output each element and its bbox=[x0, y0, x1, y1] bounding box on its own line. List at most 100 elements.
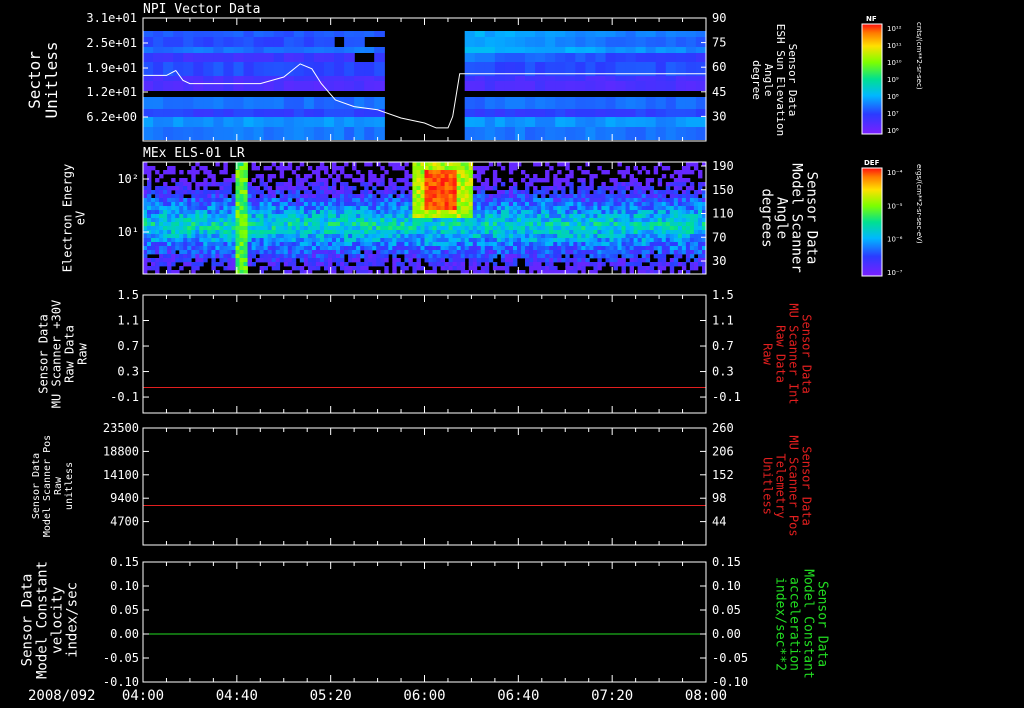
svg-text:Sensor Data: Sensor Data bbox=[31, 453, 42, 519]
x-tick-label: 07:20 bbox=[591, 688, 633, 704]
y-tick-label: 0.05 bbox=[110, 603, 139, 617]
y-tick-label: 9400 bbox=[110, 491, 139, 505]
nf-colorbar-units: cnts/(cm**2-sr-sec) bbox=[915, 22, 923, 90]
y-tick-label: -0.1 bbox=[110, 390, 139, 404]
panel4-ylabel: Sensor Data Model Scanner Pos Raw unitless bbox=[31, 435, 75, 537]
svg-text:unitless: unitless bbox=[64, 462, 75, 510]
svg-text:Raw: Raw bbox=[53, 476, 64, 495]
els-spectrogram bbox=[143, 162, 707, 275]
y-tick-label: 2.5e+01 bbox=[86, 36, 137, 50]
svg-text:MU Scanner +30V: MU Scanner +30V bbox=[50, 300, 64, 408]
y2-tick-label: 0.00 bbox=[712, 627, 741, 641]
colorbar-tick-label: 10⁸ bbox=[887, 93, 899, 101]
svg-text:acceleration: acceleration bbox=[786, 577, 801, 671]
svg-text:Sensor Data: Sensor Data bbox=[814, 581, 829, 667]
y2-tick-label: 190 bbox=[712, 159, 734, 173]
npi-spectrogram bbox=[143, 18, 707, 141]
panel2-y2label: Sensor DataModel ScannerAngledegrees bbox=[759, 163, 820, 273]
nf-colorbar: NF 10¹² 10¹¹ 10¹⁰ 10⁹ 10⁸ 10⁷ 10⁶ cnts/(cm**2-… bbox=[861, 15, 923, 135]
svg-text:Model Scanner: Model Scanner bbox=[789, 163, 805, 273]
svg-text:MU Scanner Int: MU Scanner Int bbox=[786, 303, 800, 404]
colorbar-tick-label: 10⁹ bbox=[887, 76, 899, 84]
svg-text:Unitless: Unitless bbox=[42, 41, 61, 118]
y-tick-label: 1.1 bbox=[117, 314, 139, 328]
y2-tick-label: 60 bbox=[712, 60, 726, 74]
y-tick-label: 1.2e+01 bbox=[86, 85, 137, 99]
svg-text:MU Scanner Pos: MU Scanner Pos bbox=[786, 435, 800, 536]
panel2-title: MEx ELS-01 LR bbox=[143, 146, 245, 161]
y2-tick-label: 0.10 bbox=[712, 579, 741, 593]
y2-tick-label: 45 bbox=[712, 85, 726, 99]
y-tick-label: 10¹ bbox=[117, 225, 139, 239]
y2-tick-label: 30 bbox=[712, 109, 726, 123]
colorbar-tick-label: 10⁻⁴ bbox=[887, 169, 903, 177]
y2-tick-label: 98 bbox=[712, 491, 726, 505]
svg-text:Sensor Data: Sensor Data bbox=[37, 314, 51, 393]
panel3-frame bbox=[142, 294, 707, 414]
svg-text:index/sec**2: index/sec**2 bbox=[772, 577, 787, 671]
svg-text:Electron Energy: Electron Energy bbox=[61, 164, 75, 272]
y2-tick-label: -0.05 bbox=[712, 651, 748, 665]
panel2-ylabel: Electron Energy eV bbox=[61, 164, 88, 272]
panel4-frame bbox=[142, 427, 707, 546]
svg-text:Sensor Data: Sensor Data bbox=[19, 574, 35, 667]
y2-tick-label: 30 bbox=[712, 254, 726, 268]
svg-text:Model Constant: Model Constant bbox=[800, 569, 815, 679]
x-tick-label: 04:00 bbox=[122, 688, 164, 704]
y-tick-label: 0.15 bbox=[110, 555, 139, 569]
date-label: 2008/092 bbox=[28, 688, 95, 704]
panel5-ylabel: Sensor Data Model Constant velocity index/s… bbox=[19, 561, 80, 679]
panel1-ylabel: SectorUnitless bbox=[25, 41, 61, 118]
y2-tick-label: 70 bbox=[712, 230, 726, 244]
x-tick-label: 06:00 bbox=[403, 688, 445, 704]
y-tick-label: 0.3 bbox=[117, 365, 139, 379]
y-tick-label: 0.10 bbox=[110, 579, 139, 593]
x-tick-label: 05:20 bbox=[310, 688, 352, 704]
svg-text:Sensor Data: Sensor Data bbox=[804, 172, 820, 265]
y2-tick-label: 44 bbox=[712, 515, 726, 529]
y-tick-label: 1.5 bbox=[117, 288, 139, 302]
y2-tick-label: -0.10 bbox=[712, 675, 748, 689]
svg-text:Angle: Angle bbox=[774, 197, 790, 239]
y-tick-label: 4700 bbox=[110, 515, 139, 529]
colorbar-tick-label: 10⁻⁵ bbox=[887, 202, 903, 210]
svg-text:velocity: velocity bbox=[49, 586, 65, 653]
panel3-y2label: Sensor DataMU Scanner IntRaw DataRaw bbox=[760, 303, 813, 404]
y-tick-label: 10² bbox=[117, 172, 139, 186]
colorbar-tick-label: 10⁶ bbox=[887, 127, 899, 135]
y-tick-label: 0.00 bbox=[110, 627, 139, 641]
y2-tick-label: 0.3 bbox=[712, 365, 734, 379]
y-tick-label: 6.2e+00 bbox=[86, 110, 137, 124]
y2-tick-label: 206 bbox=[712, 444, 734, 458]
panel5-y2label: Sensor DataModel Constantaccelerationind… bbox=[772, 569, 829, 679]
panel1-title: NPI Vector Data bbox=[143, 2, 260, 17]
colorbar-tick-label: 10⁻⁶ bbox=[887, 236, 903, 244]
y2-tick-label: 110 bbox=[712, 207, 734, 221]
x-tick-label: 04:40 bbox=[216, 688, 258, 704]
y2-tick-label: 90 bbox=[712, 11, 726, 25]
svg-text:eV: eV bbox=[74, 211, 88, 225]
svg-text:Model Constant: Model Constant bbox=[34, 561, 50, 679]
svg-text:Unitless: Unitless bbox=[760, 457, 774, 515]
y2-tick-label: 0.7 bbox=[712, 339, 734, 353]
y2-tick-label: 152 bbox=[712, 468, 734, 482]
svg-text:Model Scanner Pos: Model Scanner Pos bbox=[42, 435, 53, 537]
svg-text:Raw Data: Raw Data bbox=[773, 325, 787, 383]
x-tick-label: 06:40 bbox=[497, 688, 539, 704]
colorbar-tick-label: 10¹⁰ bbox=[887, 59, 902, 67]
panel4-y2label: Sensor DataMU Scanner PosTelemetryUnitle… bbox=[760, 435, 813, 536]
y-tick-label: 1.9e+01 bbox=[86, 61, 137, 75]
y2-tick-label: 1.5 bbox=[712, 288, 734, 302]
panel3-ylabel: Sensor Data MU Scanner +30V Raw Data Raw bbox=[37, 300, 90, 408]
y-tick-label: -0.10 bbox=[103, 675, 139, 689]
def-colorbar: DEF 10⁻⁴ 10⁻⁵ 10⁻⁶ 10⁻⁷ ergs/(cm**2-sr-sec-… bbox=[861, 159, 923, 277]
colorbar-tick-label: 10¹¹ bbox=[887, 42, 902, 50]
y2-tick-label: 1.1 bbox=[712, 314, 734, 328]
svg-text:degree: degree bbox=[750, 60, 763, 100]
svg-text:Sensor Data: Sensor Data bbox=[799, 314, 813, 393]
y2-tick-label: 260 bbox=[712, 421, 734, 435]
svg-text:Raw: Raw bbox=[76, 342, 90, 364]
panel1-y2label: Sensor DataESH Sun ElevationAngledegree bbox=[750, 24, 799, 137]
svg-text:Telemetry: Telemetry bbox=[773, 453, 787, 518]
colorbar-tick-label: 10⁻⁷ bbox=[887, 269, 903, 277]
